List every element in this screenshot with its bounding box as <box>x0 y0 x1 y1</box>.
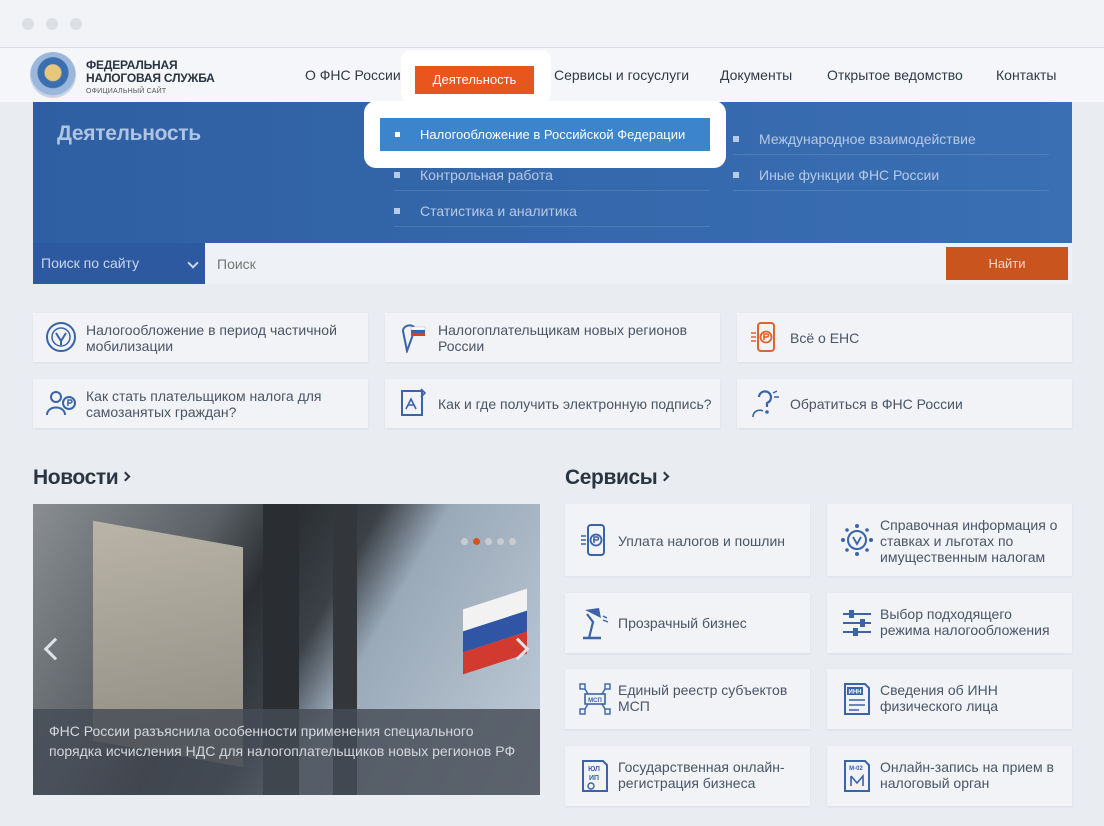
m02-document-icon: М-02 <box>844 760 870 792</box>
search-scope-label: Поиск по сайту <box>41 255 140 271</box>
services-section-title[interactable]: Сервисы <box>565 466 670 490</box>
service-text: Уплата налогов и пошлин <box>618 533 785 549</box>
service-text: Прозрачный бизнес <box>618 615 747 631</box>
msp-icon-label: МСП <box>588 698 602 704</box>
quick-link-ens[interactable]: Всё о ЕНС <box>737 313 1072 362</box>
quick-link-text: Всё о ЕНС <box>790 330 860 346</box>
menu-item-other-functions[interactable]: Иные функции ФНС России <box>733 167 939 183</box>
nav-open-agency[interactable]: Открытое ведомство <box>827 67 963 83</box>
signature-icon <box>401 388 427 416</box>
map-pin-flag-icon <box>401 324 426 353</box>
page: ФЕДЕРАЛЬНАЯ НАЛОГОВАЯ СЛУЖБА ОФИЦИАЛЬНЫЙ… <box>0 48 1104 826</box>
msp-network-icon: МСП <box>579 683 611 715</box>
service-tax-payment[interactable]: Уплата налогов и пошлин <box>565 504 810 576</box>
divider <box>394 226 710 227</box>
quick-link-text: Как и где получить электронную подпись? <box>438 396 712 412</box>
service-text: Выбор подходящего режима налогообложения <box>880 606 1050 638</box>
news-caption[interactable]: ФНС России разъяснила особенности примен… <box>33 709 540 795</box>
slider-prev-icon[interactable] <box>43 637 67 661</box>
quick-link-text: Налогоплательщикам новых регионов России <box>438 322 688 354</box>
phone-ruble-icon <box>751 322 775 352</box>
nav-services[interactable]: Сервисы и госуслуги <box>554 67 689 83</box>
self-employed-icon <box>46 391 76 416</box>
quick-link-text: Как стать плательщиком налога для самоза… <box>86 388 322 420</box>
slider-dot[interactable] <box>497 538 504 545</box>
slider-dot[interactable] <box>461 538 468 545</box>
search-scope-select[interactable]: Поиск по сайту <box>33 243 205 284</box>
slider-dot[interactable] <box>485 538 492 545</box>
services-title: Сервисы <box>565 466 658 489</box>
service-text: Единый реестр субъектов МСП <box>618 682 788 714</box>
menu-item-statistics[interactable]: Статистика и аналитика <box>394 203 577 219</box>
phone-ruble-icon <box>581 524 605 556</box>
service-text: Онлайн-запись на прием в налоговый орган <box>880 759 1054 791</box>
service-appointment[interactable]: М-02 Онлайн-запись на прием в налоговый … <box>827 746 1072 806</box>
logo-line-3: ОФИЦИАЛЬНЫЙ САЙТ <box>86 88 167 95</box>
chevron-right-icon <box>120 471 131 482</box>
quick-link-text: Налогообложение в период частичной мобил… <box>86 322 337 354</box>
service-tax-regime-choice[interactable]: Выбор подходящего режима налогообложения <box>827 593 1072 653</box>
quick-link-mobilization[interactable]: Налогообложение в период частичной мобил… <box>33 313 368 362</box>
fns-emblem-icon[interactable] <box>30 52 76 98</box>
inn-document-icon: ИНН <box>844 683 870 715</box>
ip-icon-label: ИП <box>589 775 599 782</box>
window-close-dot[interactable] <box>22 18 34 30</box>
chevron-right-icon <box>659 471 670 482</box>
news-slider[interactable]: ФНС России разъяснила особенности примен… <box>33 504 540 795</box>
quick-link-contact-fns[interactable]: Обратиться в ФНС России <box>737 379 1072 428</box>
quick-link-new-regions[interactable]: Налогоплательщикам новых регионов России <box>385 313 720 362</box>
service-text: Сведения об ИНН физического лица <box>880 682 998 714</box>
slider-dot[interactable] <box>509 538 516 545</box>
window-minimize-dot[interactable] <box>46 18 58 30</box>
quick-link-self-employed[interactable]: Как стать плательщиком налога для самоза… <box>33 379 368 428</box>
emblem-gear-icon <box>841 524 873 556</box>
service-transparent-business[interactable]: Прозрачный бизнес <box>565 593 810 653</box>
ul-ip-document-icon: ЮЛ ИП <box>582 760 608 792</box>
search-button[interactable]: Найти <box>946 247 1068 280</box>
service-text: Государственная онлайн-регистрация бизне… <box>618 759 785 791</box>
service-online-registration[interactable]: ЮЛ ИП Государственная онлайн-регистрация… <box>565 746 810 806</box>
quick-link-e-signature[interactable]: Как и где получить электронную подпись? <box>385 379 720 428</box>
emblem-icon <box>46 322 76 352</box>
m02-icon-label: М-02 <box>849 766 863 772</box>
divider <box>733 190 1049 191</box>
nav-activity[interactable]: Деятельность <box>415 66 534 94</box>
nav-documents[interactable]: Документы <box>720 67 792 83</box>
ul-icon-label: ЮЛ <box>588 766 600 773</box>
service-property-tax-info[interactable]: Справочная информация о ставках и льгота… <box>827 504 1072 576</box>
menu-item-international[interactable]: Международное взаимодействие <box>733 131 976 147</box>
divider <box>394 190 710 191</box>
nav-about[interactable]: О ФНС России <box>305 67 401 83</box>
window-maximize-dot[interactable] <box>70 18 82 30</box>
question-person-icon <box>752 390 779 418</box>
chevron-down-icon <box>187 257 199 269</box>
slider-dots <box>461 532 521 550</box>
browser-chrome <box>0 0 1104 48</box>
lamp-icon <box>583 608 609 640</box>
news-section-title[interactable]: Новости <box>33 466 131 490</box>
quick-link-text: Обратиться в ФНС России <box>790 396 963 412</box>
service-msp-registry[interactable]: МСП Единый реестр субъектов МСП <box>565 669 810 729</box>
search-input[interactable] <box>205 243 1072 284</box>
menu-title: Деятельность <box>57 122 201 145</box>
nav-contacts[interactable]: Контакты <box>996 67 1056 83</box>
divider <box>733 154 1049 155</box>
news-title: Новости <box>33 466 119 489</box>
service-inn-info[interactable]: ИНН Сведения об ИНН физического лица <box>827 669 1072 729</box>
logo-line-2[interactable]: НАЛОГОВАЯ СЛУЖБА <box>86 72 215 85</box>
menu-item-taxation-rf[interactable]: Налогообложение в Российской Федерации <box>380 118 710 151</box>
menu-item-control[interactable]: Контрольная работа <box>394 167 553 183</box>
inn-icon-label: ИНН <box>849 690 862 696</box>
slider-dot-active[interactable] <box>473 538 480 545</box>
service-text: Справочная информация о ставках и льгота… <box>880 517 1058 565</box>
sliders-icon <box>843 610 871 636</box>
